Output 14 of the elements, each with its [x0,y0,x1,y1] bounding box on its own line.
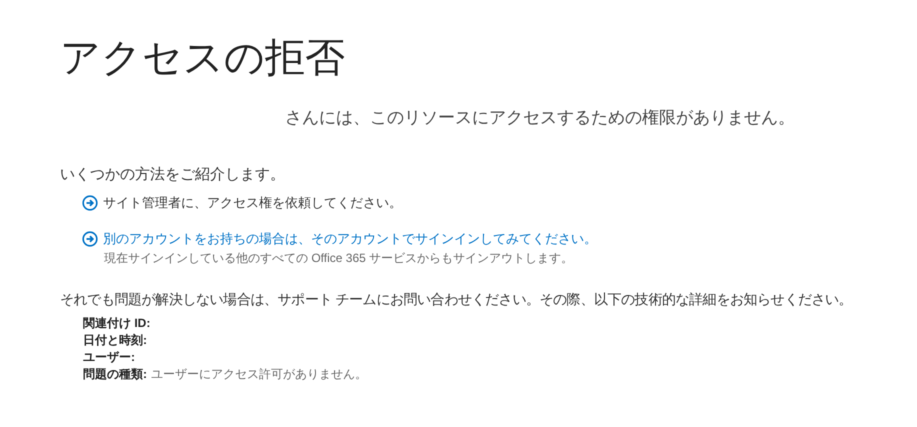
option-link[interactable]: 別のアカウントをお持ちの場合は、そのアカウントでサインインしてみてください。 [103,230,597,248]
detail-value: ユーザーにアクセス許可がありません。 [151,367,367,381]
page-title: アクセスの拒否 [60,35,346,82]
arrow-circle-icon [82,231,98,247]
detail-label: 日付と時刻: [83,333,147,347]
detail-label: 関連付け ID: [83,316,150,330]
detail-label: ユーザー: [83,350,135,364]
options-intro: いくつかの方法をご紹介します。 [60,165,286,184]
error-message: さんには、このリソースにアクセスするための権限がありません。 [285,107,796,129]
detail-label: 問題の種類: [83,367,147,381]
option-link[interactable]: サイト管理者に、アクセス権を依頼してください。 [103,194,402,212]
option-note: 現在サインインしている他のすべての Office 365 サービスからもサインアウトします。 [104,250,574,267]
arrow-circle-icon [82,195,98,211]
support-text: それでも問題が解決しない場合は、サポート チームにお問い合わせください。その際、以下の技術的な詳細をお知らせください。 [60,291,854,309]
